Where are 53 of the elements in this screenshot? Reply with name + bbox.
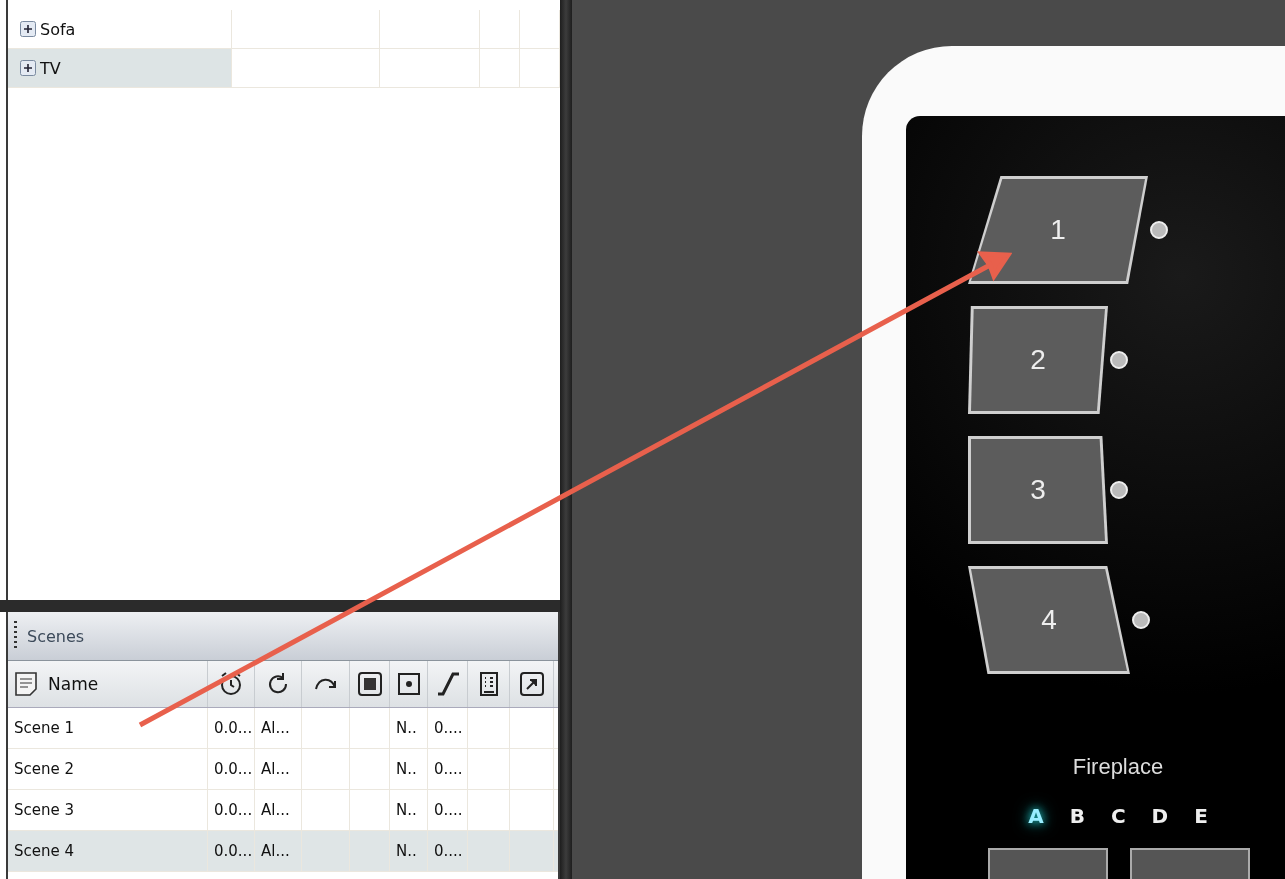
grip-icon[interactable] [14,621,17,651]
keypad-button[interactable] [1130,848,1250,879]
indicator-light-icon [1110,481,1128,499]
expand-icon[interactable] [20,60,36,76]
expand-icon[interactable] [20,21,36,37]
table-cell: 0.0... [214,719,253,737]
scene-row[interactable]: Scene 4 0.0... Al... N.. 0.... [8,831,558,872]
table-cell: 0.... [434,801,463,819]
table-cell: Scene 1 [14,719,75,737]
table-cell: Scene 4 [14,842,75,860]
table-cell: 0.... [434,719,463,737]
stop-square-icon [356,671,383,697]
keypad-button[interactable]: 2 [968,306,1108,414]
dot-square-icon [395,671,422,697]
alarm-clock-icon [218,671,244,697]
bank-letter[interactable]: B [1069,804,1085,828]
table-cell: Scene 3 [14,801,75,819]
scene-row[interactable]: Scene 3 0.0... Al... N.. 0.... [8,790,558,831]
table-cell: Scene 2 [14,760,75,778]
table-cell: N.. [396,801,417,819]
tree-item[interactable]: TV [8,49,232,87]
tree-item-label: Sofa [40,19,76,39]
table-cell: N.. [396,760,417,778]
arrow-box-icon [518,671,545,697]
table-cell: 0.0... [214,842,253,860]
keypad-button[interactable] [988,848,1108,879]
keypad-button[interactable]: 1 [968,176,1148,284]
scene-row[interactable]: Scene 2 0.0... Al... N.. 0.... [8,749,558,790]
keypad-button[interactable]: 4 [968,566,1130,674]
panel-title: Scenes [27,626,85,646]
table-cell: Al... [261,842,290,860]
column-label: Name [48,674,99,694]
indicator-light-icon [1110,351,1128,369]
table-cell: Al... [261,760,290,778]
bank-letter[interactable]: C [1110,804,1126,828]
table-cell: 0.0... [214,760,253,778]
indicator-light-icon [1132,611,1150,629]
table-cell: N.. [396,842,417,860]
document-icon [14,671,38,697]
table-cell: Al... [261,801,290,819]
keypad-button[interactable]: 3 [968,436,1108,544]
bank-letter[interactable]: D [1151,804,1169,828]
table-cell: 0.0... [214,801,253,819]
table-cell: 0.... [434,760,463,778]
tree-item-label: TV [40,58,61,78]
table-cell: N.. [396,719,417,737]
table-cell: Al... [261,719,290,737]
zone-label: Fireplace [1072,754,1164,779]
indicator-light-icon [1150,221,1168,239]
bank-letter[interactable]: A [1028,804,1044,828]
table-cell: 0.... [434,842,463,860]
bank-letter[interactable]: E [1194,804,1208,828]
scene-row[interactable]: Scene 1 0.0... Al... N.. 0.... [8,708,558,749]
